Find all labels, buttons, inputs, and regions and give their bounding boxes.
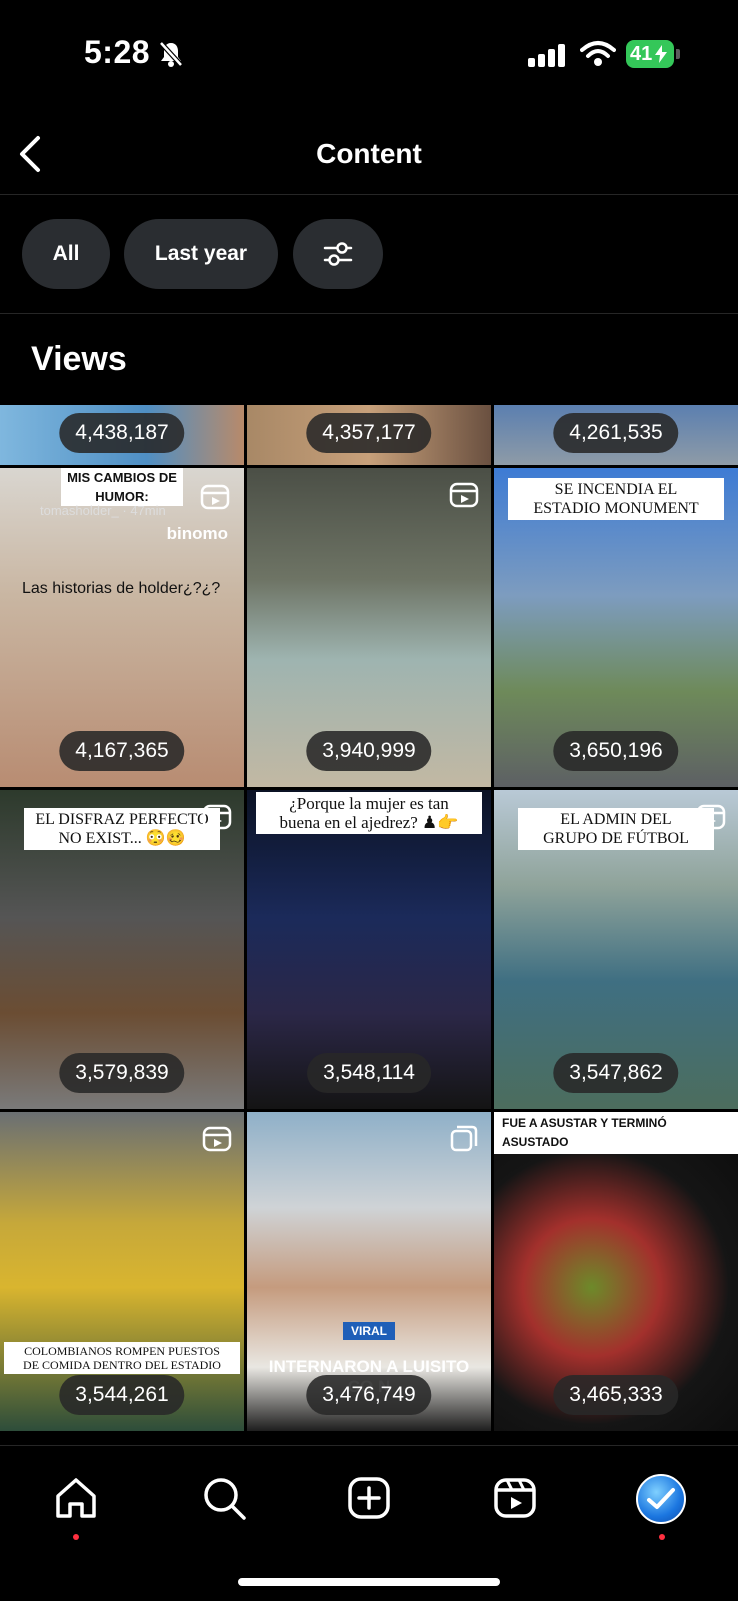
filter-all-chip[interactable]: All — [22, 219, 110, 289]
view-count: 3,547,862 — [553, 1053, 679, 1093]
view-count: 3,544,261 — [59, 1375, 185, 1415]
carousel-icon — [450, 1125, 478, 1152]
section-title: Views — [31, 340, 127, 378]
home-indicator — [238, 1578, 500, 1586]
view-count: 4,357,177 — [306, 413, 432, 453]
home-notification-dot — [73, 1534, 79, 1540]
content-tile[interactable]: SE INCENDIA EL ESTADIO MONUMENT 3,650,19… — [494, 468, 738, 787]
status-bar: 5:28 41 — [0, 0, 738, 110]
search-icon[interactable] — [200, 1474, 248, 1522]
view-count: 4,261,535 — [553, 413, 679, 453]
content-tile[interactable]: 4,438,187 — [0, 405, 244, 465]
battery-tip — [676, 49, 680, 59]
content-tile[interactable]: 4,261,535 — [494, 405, 738, 465]
battery-level: 41 — [630, 43, 653, 65]
reels-icon — [696, 804, 726, 830]
status-time: 5:28 — [84, 34, 151, 70]
create-post-icon[interactable] — [345, 1474, 393, 1522]
tile-overlay-text: ¿Porque la mujer es tan buena en el ajed… — [256, 792, 482, 834]
view-count: 3,650,196 — [553, 731, 679, 771]
reels-icon — [200, 484, 230, 510]
viral-badge: VIRAL — [343, 1322, 395, 1340]
charging-bolt-icon — [655, 45, 667, 63]
view-count: 3,579,839 — [59, 1053, 185, 1093]
tile-heading: MIS CAMBIOS DE HUMOR: — [61, 468, 183, 506]
content-tile[interactable]: EL ADMIN DEL GRUPO DE FÚTBOL 3,547,862 — [494, 790, 738, 1109]
profile-avatar[interactable] — [636, 1474, 686, 1524]
content-tile[interactable]: VIRAL INTERNARON A LUISITO CO N 3,476,74… — [247, 1112, 491, 1431]
tile-brand: binomo — [166, 524, 228, 543]
view-count: 3,940,999 — [306, 731, 432, 771]
reels-icon[interactable] — [491, 1474, 539, 1522]
tile-overlay-text: FUE A ASUSTAR Y TERMINÓ ASUSTADO — [494, 1112, 738, 1154]
tile-overlay-text: COLOMBIANOS ROMPEN PUESTOS DE COMIDA DEN… — [4, 1342, 240, 1374]
content-tile[interactable]: EL DISFRAZ PERFECTO NO EXIST... 😳🥴 3,579… — [0, 790, 244, 1109]
cellular-signal-icon — [528, 44, 565, 67]
content-tile[interactable]: 4,357,177 — [247, 405, 491, 465]
home-icon[interactable] — [52, 1474, 100, 1522]
battery-indicator: 41 — [626, 40, 680, 68]
view-count: 4,167,365 — [59, 731, 185, 771]
content-tile[interactable]: 3,940,999 — [247, 468, 491, 787]
page-title: Content — [316, 138, 422, 169]
tile-overlay-text: SE INCENDIA EL ESTADIO MONUMENT — [508, 478, 724, 520]
content-tile[interactable]: COLOMBIANOS ROMPEN PUESTOS DE COMIDA DEN… — [0, 1112, 244, 1431]
profile-notification-dot — [659, 1534, 665, 1540]
content-grid: 4,438,187 4,357,177 4,261,535 MIS CAMBIO… — [0, 405, 738, 1445]
filter-bar: All Last year — [0, 195, 738, 314]
filter-period-chip[interactable]: Last year — [124, 219, 278, 289]
sliders-icon — [323, 242, 353, 266]
content-tile[interactable]: ¿Porque la mujer es tan buena en el ajed… — [247, 790, 491, 1109]
reels-icon — [202, 804, 232, 830]
content-tile[interactable]: FUE A ASUSTAR Y TERMINÓ ASUSTADO 3,465,3… — [494, 1112, 738, 1431]
reels-icon — [449, 482, 479, 508]
view-count: 3,465,333 — [553, 1375, 679, 1415]
header-bar: Content — [0, 110, 738, 195]
view-count: 3,548,114 — [307, 1053, 431, 1093]
reels-icon — [202, 1126, 232, 1152]
tile-overlay-text: EL DISFRAZ PERFECTO NO EXIST... 😳🥴 — [24, 808, 220, 850]
checkmark-icon — [647, 1488, 675, 1509]
bell-muted-icon — [159, 41, 183, 67]
tile-overlay-text: Las historias de holder¿?¿? — [22, 580, 221, 597]
filter-settings-chip[interactable] — [293, 219, 383, 289]
view-count: 3,476,749 — [306, 1375, 432, 1415]
tile-caption: tomasholder_ · 47min — [40, 503, 166, 518]
wifi-icon — [580, 41, 616, 66]
tile-overlay-text: EL ADMIN DEL GRUPO DE FÚTBOL — [518, 808, 714, 850]
content-tile[interactable]: MIS CAMBIOS DE HUMOR: tomasholder_ · 47m… — [0, 468, 244, 787]
view-count: 4,438,187 — [59, 413, 185, 453]
